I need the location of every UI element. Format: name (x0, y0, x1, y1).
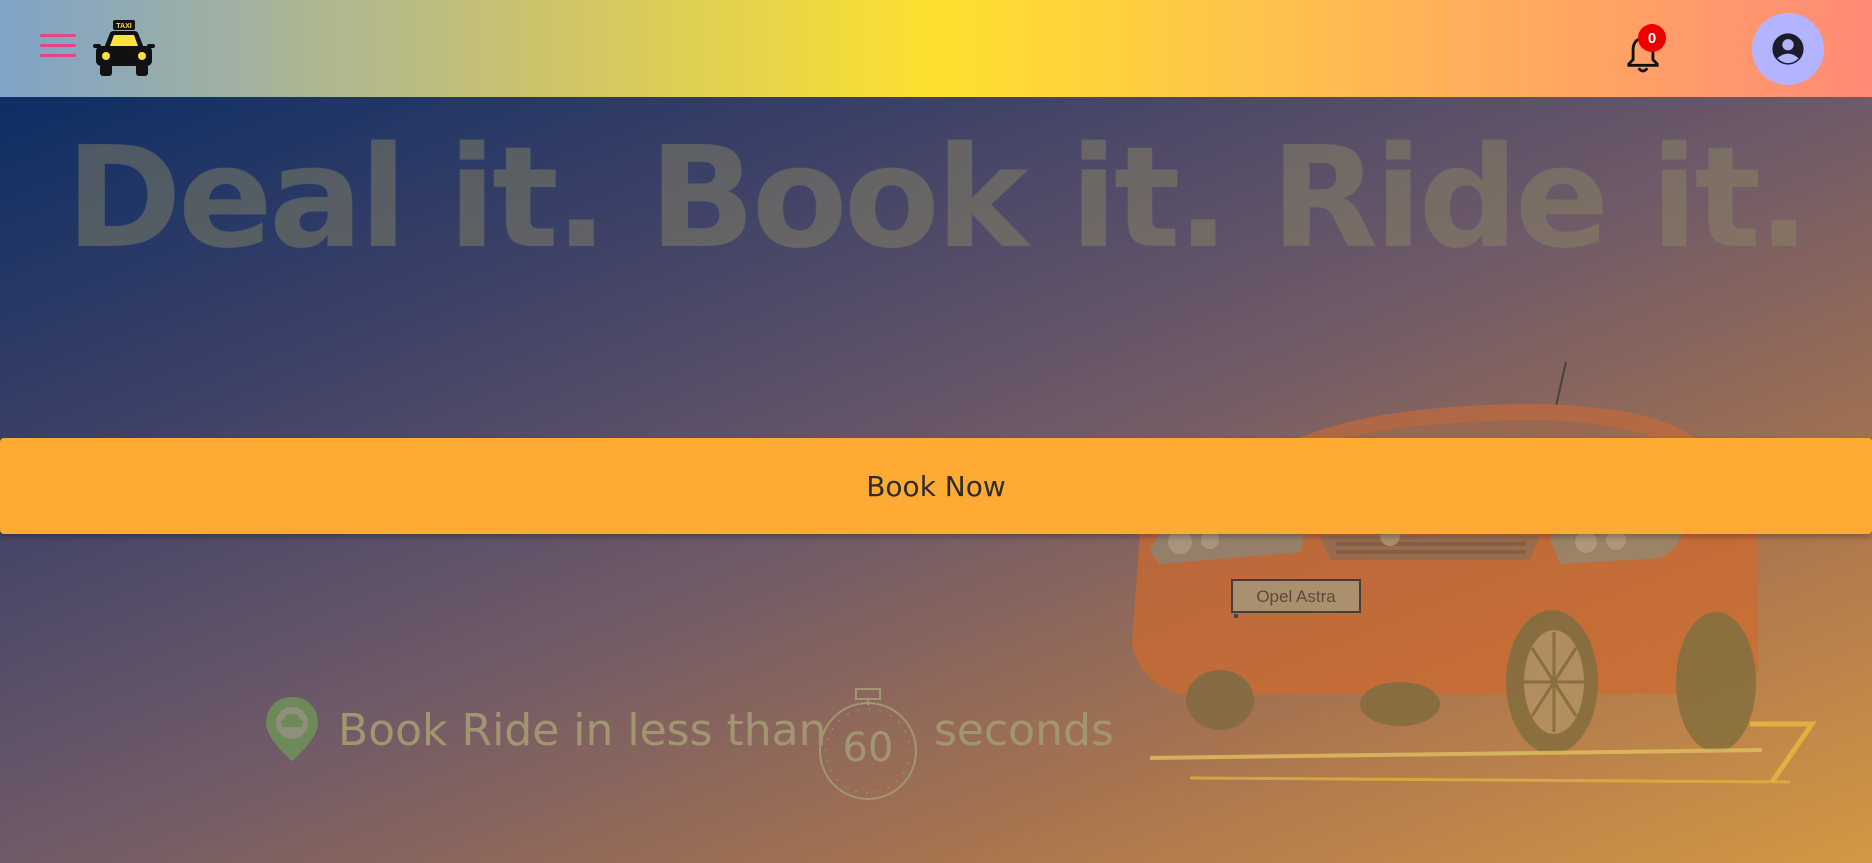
notification-count-badge: 0 (1638, 24, 1666, 52)
account-circle-icon (1772, 33, 1804, 65)
hero-headline: Deal it. Book it. Ride it. (65, 117, 1811, 281)
speed-lines-graphic (1150, 721, 1817, 784)
taxi-logo-icon[interactable]: TAXI (92, 18, 156, 78)
hamburger-menu-icon[interactable] (40, 34, 76, 62)
account-button[interactable] (1752, 13, 1824, 85)
book-now-button[interactable]: Book Now (0, 438, 1872, 534)
location-pin-icon (266, 697, 318, 761)
timer-seconds-value: 60 (842, 725, 894, 771)
tagline-suffix: seconds (934, 705, 1114, 756)
top-navbar: TAXI 0 (0, 0, 1872, 97)
license-plate-text: Opel Astra (1256, 587, 1336, 606)
taxi-sign-text: TAXI (116, 23, 131, 30)
tagline-prefix: Book Ride in less than (338, 705, 827, 756)
car-illustration: Opel Astra (1132, 361, 1758, 754)
